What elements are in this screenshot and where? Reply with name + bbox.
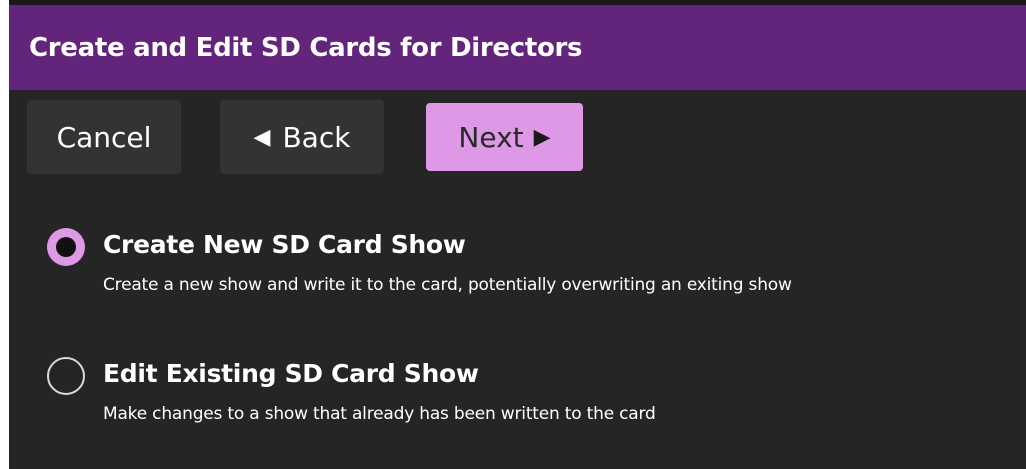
radio-edit-existing-show[interactable] xyxy=(47,357,85,395)
title-bar: Create and Edit SD Cards for Directors xyxy=(9,5,1026,90)
next-button[interactable]: Next ▶ xyxy=(426,103,583,171)
option-description: Make changes to a show that already has … xyxy=(103,404,656,424)
cancel-button[interactable]: Cancel xyxy=(27,100,181,174)
chevron-right-icon: ▶ xyxy=(533,124,551,150)
option-title: Edit Existing SD Card Show xyxy=(103,359,479,388)
cancel-button-label: Cancel xyxy=(56,120,152,154)
back-button[interactable]: ◀ Back xyxy=(220,100,384,174)
radio-selected-dot xyxy=(56,237,76,257)
option-title: Create New SD Card Show xyxy=(103,230,466,259)
chevron-left-icon: ◀ xyxy=(253,124,271,150)
next-button-label: Next xyxy=(458,120,524,154)
back-button-label: Back xyxy=(282,120,351,154)
option-description: Create a new show and write it to the ca… xyxy=(103,275,792,295)
window-title: Create and Edit SD Cards for Directors xyxy=(29,32,583,63)
dialog-window: Create and Edit SD Cards for Directors C… xyxy=(9,0,1026,469)
radio-create-new-show[interactable] xyxy=(47,228,85,266)
